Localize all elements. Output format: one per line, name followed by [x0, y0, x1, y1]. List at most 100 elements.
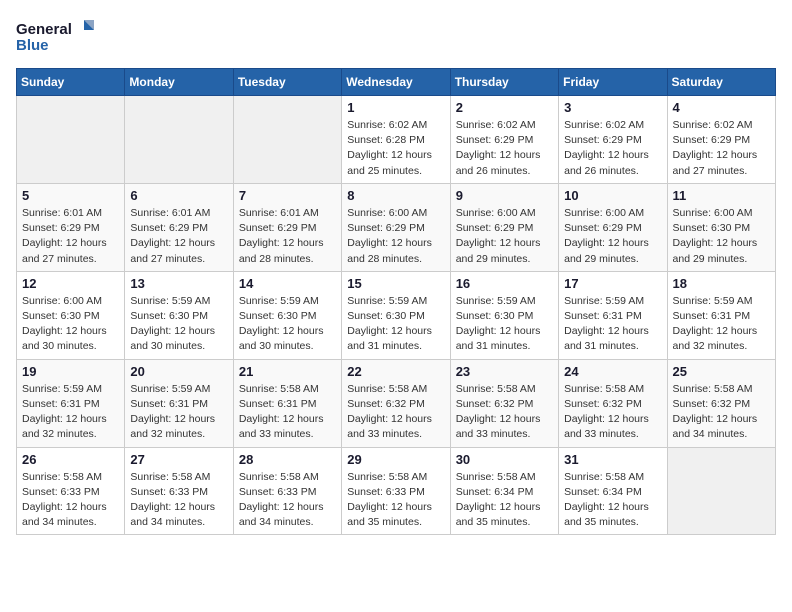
weekday-header-friday: Friday: [559, 69, 667, 96]
calendar-cell: 26 Sunrise: 5:58 AM Sunset: 6:33 PM Dayli…: [17, 447, 125, 535]
day-number: 31: [564, 452, 661, 467]
day-number: 18: [673, 276, 770, 291]
calendar-cell: 8 Sunrise: 6:00 AM Sunset: 6:29 PM Daylig…: [342, 183, 450, 271]
day-info: Sunrise: 6:00 AM Sunset: 6:29 PM Dayligh…: [564, 206, 661, 267]
weekday-header-tuesday: Tuesday: [233, 69, 341, 96]
day-info: Sunrise: 6:00 AM Sunset: 6:29 PM Dayligh…: [347, 206, 444, 267]
calendar-cell: [17, 96, 125, 184]
logo-svg: General Blue: [16, 16, 96, 56]
calendar-cell: 7 Sunrise: 6:01 AM Sunset: 6:29 PM Daylig…: [233, 183, 341, 271]
day-info: Sunrise: 5:59 AM Sunset: 6:31 PM Dayligh…: [564, 294, 661, 355]
weekday-header-thursday: Thursday: [450, 69, 558, 96]
day-info: Sunrise: 5:58 AM Sunset: 6:32 PM Dayligh…: [673, 382, 770, 443]
day-number: 7: [239, 188, 336, 203]
day-number: 20: [130, 364, 227, 379]
calendar-cell: 25 Sunrise: 5:58 AM Sunset: 6:32 PM Dayli…: [667, 359, 775, 447]
day-number: 23: [456, 364, 553, 379]
calendar-cell: 10 Sunrise: 6:00 AM Sunset: 6:29 PM Dayli…: [559, 183, 667, 271]
day-info: Sunrise: 5:58 AM Sunset: 6:33 PM Dayligh…: [130, 470, 227, 531]
day-number: 21: [239, 364, 336, 379]
calendar-cell: 13 Sunrise: 5:59 AM Sunset: 6:30 PM Dayli…: [125, 271, 233, 359]
day-number: 12: [22, 276, 119, 291]
day-info: Sunrise: 5:59 AM Sunset: 6:31 PM Dayligh…: [673, 294, 770, 355]
calendar-cell: 20 Sunrise: 5:59 AM Sunset: 6:31 PM Dayli…: [125, 359, 233, 447]
day-info: Sunrise: 6:01 AM Sunset: 6:29 PM Dayligh…: [22, 206, 119, 267]
day-info: Sunrise: 6:00 AM Sunset: 6:30 PM Dayligh…: [673, 206, 770, 267]
weekday-header-saturday: Saturday: [667, 69, 775, 96]
day-info: Sunrise: 5:58 AM Sunset: 6:34 PM Dayligh…: [564, 470, 661, 531]
weekday-header-wednesday: Wednesday: [342, 69, 450, 96]
calendar-cell: 18 Sunrise: 5:59 AM Sunset: 6:31 PM Dayli…: [667, 271, 775, 359]
calendar-cell: [667, 447, 775, 535]
calendar-cell: 15Sunrise: 5:59 AM Sunset: 6:30 PM Dayli…: [342, 271, 450, 359]
logo: General Blue: [16, 16, 96, 56]
day-number: 26: [22, 452, 119, 467]
day-number: 22: [347, 364, 444, 379]
day-info: Sunrise: 5:58 AM Sunset: 6:32 PM Dayligh…: [564, 382, 661, 443]
week-row-4: 19 Sunrise: 5:59 AM Sunset: 6:31 PM Dayli…: [17, 359, 776, 447]
calendar-cell: 27 Sunrise: 5:58 AM Sunset: 6:33 PM Dayli…: [125, 447, 233, 535]
day-info: Sunrise: 5:58 AM Sunset: 6:33 PM Dayligh…: [22, 470, 119, 531]
day-info: Sunrise: 5:58 AM Sunset: 6:34 PM Dayligh…: [456, 470, 553, 531]
calendar-cell: 1Sunrise: 6:02 AM Sunset: 6:28 PM Daylig…: [342, 96, 450, 184]
svg-text:Blue: Blue: [16, 37, 49, 54]
weekday-header-row: SundayMondayTuesdayWednesdayThursdayFrid…: [17, 69, 776, 96]
day-number: 2: [456, 100, 553, 115]
calendar-cell: 31 Sunrise: 5:58 AM Sunset: 6:34 PM Dayli…: [559, 447, 667, 535]
week-row-1: 1Sunrise: 6:02 AM Sunset: 6:28 PM Daylig…: [17, 96, 776, 184]
calendar-table: SundayMondayTuesdayWednesdayThursdayFrid…: [16, 68, 776, 535]
day-info: Sunrise: 6:00 AM Sunset: 6:29 PM Dayligh…: [456, 206, 553, 267]
calendar-cell: 9 Sunrise: 6:00 AM Sunset: 6:29 PM Daylig…: [450, 183, 558, 271]
calendar-cell: 28Sunrise: 5:58 AM Sunset: 6:33 PM Dayli…: [233, 447, 341, 535]
day-info: Sunrise: 5:59 AM Sunset: 6:31 PM Dayligh…: [130, 382, 227, 443]
day-number: 8: [347, 188, 444, 203]
day-info: Sunrise: 5:58 AM Sunset: 6:32 PM Dayligh…: [456, 382, 553, 443]
day-info: Sunrise: 5:59 AM Sunset: 6:30 PM Dayligh…: [130, 294, 227, 355]
day-info: Sunrise: 5:58 AM Sunset: 6:31 PM Dayligh…: [239, 382, 336, 443]
week-row-3: 12 Sunrise: 6:00 AM Sunset: 6:30 PM Dayli…: [17, 271, 776, 359]
calendar-cell: 3Sunrise: 6:02 AM Sunset: 6:29 PM Daylig…: [559, 96, 667, 184]
day-number: 5: [22, 188, 119, 203]
day-number: 4: [673, 100, 770, 115]
day-number: 11: [673, 188, 770, 203]
day-number: 3: [564, 100, 661, 115]
calendar-cell: 14 Sunrise: 5:59 AM Sunset: 6:30 PM Dayli…: [233, 271, 341, 359]
day-number: 10: [564, 188, 661, 203]
day-number: 16: [456, 276, 553, 291]
day-info: Sunrise: 6:00 AM Sunset: 6:30 PM Dayligh…: [22, 294, 119, 355]
weekday-header-monday: Monday: [125, 69, 233, 96]
svg-text:General: General: [16, 21, 72, 38]
calendar-cell: 30Sunrise: 5:58 AM Sunset: 6:34 PM Dayli…: [450, 447, 558, 535]
calendar-cell: 5 Sunrise: 6:01 AM Sunset: 6:29 PM Daylig…: [17, 183, 125, 271]
day-info: Sunrise: 6:02 AM Sunset: 6:29 PM Dayligh…: [673, 118, 770, 179]
day-info: Sunrise: 6:01 AM Sunset: 6:29 PM Dayligh…: [239, 206, 336, 267]
page-header: General Blue: [16, 16, 776, 56]
day-info: Sunrise: 5:59 AM Sunset: 6:30 PM Dayligh…: [456, 294, 553, 355]
day-number: 17: [564, 276, 661, 291]
day-number: 27: [130, 452, 227, 467]
day-number: 24: [564, 364, 661, 379]
day-info: Sunrise: 6:01 AM Sunset: 6:29 PM Dayligh…: [130, 206, 227, 267]
day-number: 28: [239, 452, 336, 467]
calendar-cell: 29Sunrise: 5:58 AM Sunset: 6:33 PM Dayli…: [342, 447, 450, 535]
day-number: 25: [673, 364, 770, 379]
day-number: 13: [130, 276, 227, 291]
day-number: 14: [239, 276, 336, 291]
calendar-cell: 22 Sunrise: 5:58 AM Sunset: 6:32 PM Dayli…: [342, 359, 450, 447]
calendar-cell: 21 Sunrise: 5:58 AM Sunset: 6:31 PM Dayli…: [233, 359, 341, 447]
day-number: 19: [22, 364, 119, 379]
day-info: Sunrise: 5:59 AM Sunset: 6:31 PM Dayligh…: [22, 382, 119, 443]
day-number: 29: [347, 452, 444, 467]
day-info: Sunrise: 5:59 AM Sunset: 6:30 PM Dayligh…: [347, 294, 444, 355]
calendar-cell: 2 Sunrise: 6:02 AM Sunset: 6:29 PM Daylig…: [450, 96, 558, 184]
day-number: 9: [456, 188, 553, 203]
calendar-cell: [233, 96, 341, 184]
day-info: Sunrise: 5:59 AM Sunset: 6:30 PM Dayligh…: [239, 294, 336, 355]
calendar-cell: 16 Sunrise: 5:59 AM Sunset: 6:30 PM Dayli…: [450, 271, 558, 359]
day-info: Sunrise: 6:02 AM Sunset: 6:29 PM Dayligh…: [456, 118, 553, 179]
day-number: 1: [347, 100, 444, 115]
day-info: Sunrise: 5:58 AM Sunset: 6:32 PM Dayligh…: [347, 382, 444, 443]
calendar-cell: 4 Sunrise: 6:02 AM Sunset: 6:29 PM Daylig…: [667, 96, 775, 184]
calendar-cell: 12 Sunrise: 6:00 AM Sunset: 6:30 PM Dayli…: [17, 271, 125, 359]
day-number: 6: [130, 188, 227, 203]
